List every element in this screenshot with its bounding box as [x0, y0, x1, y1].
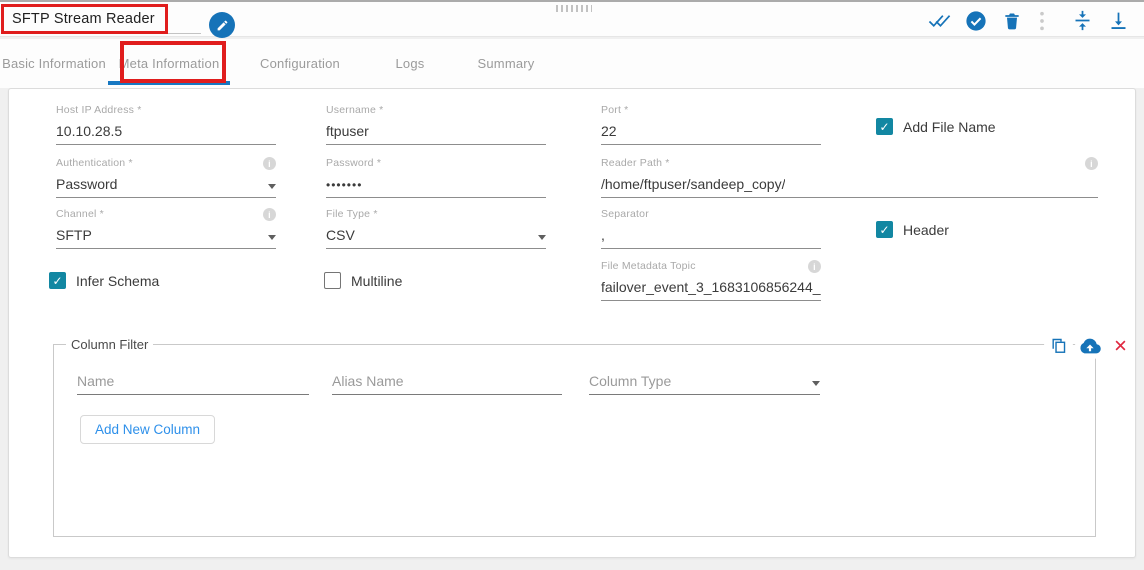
header-checkbox-label: Header — [903, 221, 949, 238]
edit-title-button[interactable] — [209, 12, 235, 38]
tab-summary[interactable]: Summary — [450, 39, 562, 87]
header-actions — [928, 9, 1130, 32]
collapse-vertical-icon[interactable] — [1071, 9, 1094, 32]
reader-path-label: Reader Path * — [601, 157, 670, 169]
port-label: Port * — [601, 104, 629, 116]
username-field[interactable]: Username * ftpuser — [326, 104, 546, 145]
alias-name-input[interactable] — [332, 367, 562, 395]
delete-icon[interactable] — [1000, 9, 1023, 32]
add-file-name-checkbox[interactable] — [876, 118, 893, 135]
file-type-select[interactable]: File Type * CSV — [326, 208, 546, 249]
validate-all-icon[interactable] — [928, 9, 951, 32]
channel-select[interactable]: Channel * SFTP — [56, 208, 276, 249]
page-title: SFTP Stream Reader — [12, 11, 155, 27]
file-type-value: CSV — [326, 227, 355, 243]
file-metadata-topic-value: failover_event_3_1683106856244_178 — [601, 279, 821, 295]
more-options-icon[interactable] — [1036, 9, 1048, 32]
pencil-icon — [216, 19, 229, 32]
info-icon[interactable] — [263, 157, 276, 170]
password-value: ••••••• — [326, 178, 363, 192]
save-check-icon[interactable] — [964, 9, 987, 32]
header-checkbox[interactable] — [876, 221, 893, 238]
download-icon[interactable] — [1107, 9, 1130, 32]
infer-schema-checkbox[interactable] — [49, 272, 66, 289]
password-field[interactable]: Password * ••••••• — [326, 157, 546, 198]
password-label: Password * — [326, 157, 382, 169]
tab-configuration[interactable]: Configuration — [230, 39, 370, 87]
reader-path-value: /home/ftpuser/sandeep_copy/ — [601, 176, 786, 192]
tab-meta-information[interactable]: Meta Information — [108, 39, 230, 87]
file-type-label: File Type * — [326, 208, 378, 220]
add-file-name-label: Add File Name — [903, 118, 996, 135]
infer-schema-checkbox-row[interactable]: Infer Schema — [49, 272, 159, 289]
copy-icon[interactable] — [1044, 331, 1073, 360]
column-filter-legend: Column Filter — [66, 337, 154, 352]
file-metadata-topic-field[interactable]: File Metadata Topic failover_event_3_168… — [601, 260, 821, 301]
authentication-value: Password — [56, 176, 118, 192]
multiline-checkbox[interactable] — [324, 272, 341, 289]
column-type-select[interactable]: Column Type — [589, 367, 820, 395]
tab-basic-information[interactable]: Basic Information — [0, 39, 108, 87]
host-ip-field[interactable]: Host IP Address * 10.10.28.5 — [56, 104, 276, 145]
info-icon[interactable] — [1085, 157, 1098, 170]
tab-logs[interactable]: Logs — [370, 39, 450, 87]
port-value: 22 — [601, 123, 617, 139]
host-ip-value: 10.10.28.5 — [56, 123, 123, 139]
channel-value: SFTP — [56, 227, 92, 243]
chevron-down-icon — [812, 381, 820, 386]
channel-label: Channel * — [56, 208, 104, 220]
column-type-placeholder: Column Type — [589, 373, 672, 389]
file-metadata-topic-label: File Metadata Topic — [601, 260, 696, 272]
multiline-label: Multiline — [351, 272, 403, 289]
username-value: ftpuser — [326, 123, 369, 139]
separator-value: , — [601, 227, 605, 243]
separator-field[interactable]: Separator , — [601, 208, 821, 249]
chevron-down-icon — [268, 235, 276, 240]
column-name-input[interactable] — [77, 367, 309, 395]
chevron-down-icon — [538, 235, 546, 240]
add-new-column-button[interactable]: Add New Column — [80, 415, 216, 444]
cloud-upload-icon[interactable] — [1075, 331, 1104, 360]
column-filter-actions — [1044, 331, 1135, 360]
add-file-name-checkbox-row[interactable]: Add File Name — [876, 118, 996, 135]
header-bar: SFTP Stream Reader — [0, 0, 1144, 38]
meta-information-panel: Host IP Address * 10.10.28.5 Username * … — [8, 88, 1136, 558]
info-icon[interactable] — [808, 260, 821, 273]
port-field[interactable]: Port * 22 — [601, 104, 821, 145]
title-underline — [11, 33, 201, 34]
info-icon[interactable] — [263, 208, 276, 221]
authentication-label: Authentication * — [56, 157, 133, 169]
host-ip-label: Host IP Address * — [56, 104, 142, 116]
multiline-checkbox-row[interactable]: Multiline — [324, 272, 402, 289]
reader-path-field[interactable]: Reader Path * /home/ftpuser/sandeep_copy… — [601, 157, 1098, 198]
authentication-select[interactable]: Authentication * Password — [56, 157, 276, 198]
separator-label: Separator — [601, 208, 649, 220]
remove-icon[interactable] — [1106, 331, 1135, 360]
column-filter-group: Column Filter Column Type Add New Column — [53, 331, 1135, 537]
chevron-down-icon — [268, 184, 276, 189]
username-label: Username * — [326, 104, 384, 116]
active-tab-indicator — [108, 81, 230, 85]
drag-dots-icon[interactable] — [556, 5, 592, 12]
header-checkbox-row[interactable]: Header — [876, 221, 949, 238]
infer-schema-label: Infer Schema — [76, 272, 160, 289]
